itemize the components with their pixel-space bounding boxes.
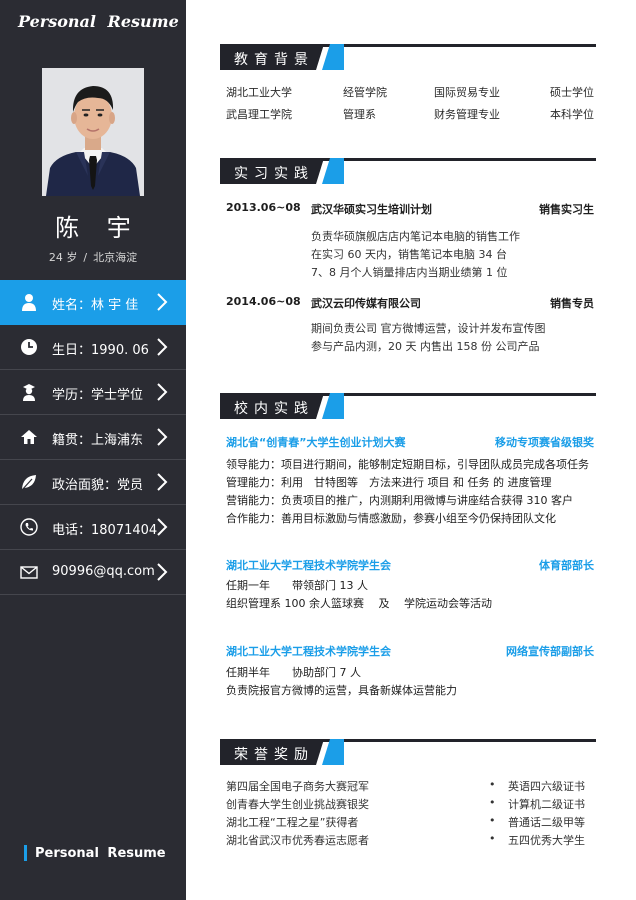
info-item-label: 姓名：林 宇 佳	[52, 298, 139, 313]
edu-degree: 硕士学位	[550, 86, 594, 99]
honor-award: 第四届全国电子商务大赛冠军	[226, 780, 369, 793]
edu-school: 湖北工业大学	[226, 86, 292, 99]
honor-certificate: 五四优秀大学生	[508, 834, 585, 847]
home-icon	[20, 428, 38, 446]
section-title: 校内实践	[234, 401, 314, 417]
campus-detail: 负责院报官方微博的运营，具备新媒体运营能力	[226, 684, 457, 697]
info-item-politics[interactable]: 政治面貌：党员	[0, 460, 186, 505]
edu-major: 国际贸易专业	[434, 86, 500, 99]
honor-award: 创青春大学生创业挑战赛银奖	[226, 798, 369, 811]
honor-award: 湖北工程“工程之星”获得者	[226, 816, 359, 829]
section-header-education: 教育背景	[220, 44, 596, 70]
internship-company: 武汉云印传媒有限公司	[311, 297, 421, 310]
info-item-hometown[interactable]: 籍贯：上海浦东	[0, 415, 186, 460]
internship-date: 2014.06~08	[226, 295, 301, 308]
edu-college: 管理系	[343, 108, 376, 121]
bullet-icon: •	[489, 778, 496, 791]
profile-age: 24 岁	[48, 251, 78, 264]
mail-icon	[20, 563, 38, 581]
campus-role: 移动专项赛省级银奖	[495, 436, 594, 449]
info-item-birthday[interactable]: 生日：1990. 06	[0, 325, 186, 370]
campus-detail: 任期一年 带领部门 13 人	[226, 579, 368, 592]
campus-detail: 组织管理系 100 余人篮球赛 及 学院运动会等活动	[226, 597, 492, 610]
personal-info-list: 姓名：林 宇 佳 生日：1990. 06 学历：学士学位 籍贯：上海浦东 政治面…	[0, 280, 186, 595]
profile-subinfo: 24 岁 / 北京海淀	[0, 249, 186, 265]
info-item-education[interactable]: 学历：学士学位	[0, 370, 186, 415]
internship-date: 2013.06~08	[226, 201, 301, 214]
edu-school: 武昌理工学院	[226, 108, 292, 121]
internship-company: 武汉华硕实习生培训计划	[311, 203, 432, 216]
internship-detail: 负责华硕旗舰店店内笔记本电脑的销售工作	[311, 230, 520, 243]
bullet-icon: •	[489, 832, 496, 845]
graduate-icon	[20, 383, 38, 401]
info-item-name[interactable]: 姓名：林 宇 佳	[0, 280, 186, 325]
chevron-right-icon	[156, 517, 168, 537]
section-title: 荣誉奖励	[234, 747, 314, 763]
campus-title: 湖北省“创青春”大学生创业计划大赛	[226, 436, 406, 449]
honor-certificate: 普通话二级甲等	[508, 816, 585, 829]
internship-detail: 期间负责公司 官方微博运营，设计并发布宣传图	[311, 322, 546, 335]
internship-detail: 参与产品内测，20 天 内售出 158 份 公司产品	[311, 340, 540, 353]
campus-detail: 领导能力：项目进行期间，能够制定短期目标，引导团队成员完成各项任务	[226, 458, 589, 471]
phone-icon	[20, 518, 38, 536]
campus-detail: 管理能力：利用 甘特图等 方法来进行 项目 和 任务 的 进度管理	[226, 476, 552, 489]
info-item-label: 学历：学士学位	[52, 388, 144, 403]
bullet-icon: •	[489, 796, 496, 809]
section-title: 教育背景	[234, 52, 314, 68]
sidebar: Personal Resume 陈 宇 24 岁 / 北京海淀 姓名：林 宇 佳…	[0, 0, 186, 900]
footer-accent-bar	[24, 845, 27, 861]
chevron-right-icon	[156, 337, 168, 357]
leaf-icon	[20, 473, 38, 491]
info-item-label: 电话：18071404	[52, 523, 158, 538]
info-item-label: 政治面貌：党员	[52, 478, 144, 493]
chevron-right-icon	[156, 292, 168, 312]
internship-detail: 在实习 60 天内，销售笔记本电脑 34 台	[311, 248, 507, 261]
honor-award: 湖北省武汉市优秀春运志愿者	[226, 834, 369, 847]
campus-detail: 任期半年 协助部门 7 人	[226, 666, 361, 679]
info-item-phone[interactable]: 电话：18071404	[0, 505, 186, 550]
section-header-internship: 实习实践	[220, 158, 596, 184]
internship-detail: 7、8 月个人销量排店内当期业绩第 1 位	[311, 266, 508, 279]
profile-photo	[42, 68, 144, 196]
info-item-label: 籍贯：上海浦东	[52, 433, 144, 448]
section-header-campus: 校内实践	[220, 393, 596, 419]
profile-name: 陈 宇	[55, 214, 141, 242]
clock-icon	[20, 338, 38, 356]
campus-title: 湖北工业大学工程技术学院学生会	[226, 645, 391, 658]
honor-certificate: 计算机二级证书	[508, 798, 585, 811]
campus-title: 湖北工业大学工程技术学院学生会	[226, 559, 391, 572]
campus-role: 体育部部长	[539, 559, 594, 572]
chevron-right-icon	[156, 382, 168, 402]
chevron-right-icon	[156, 427, 168, 447]
internship-role: 销售专员	[550, 297, 594, 310]
info-item-label: 90996@qq.com	[52, 564, 155, 579]
profile-location: 北京海淀	[93, 251, 138, 264]
edu-college: 经管学院	[343, 86, 387, 99]
chevron-right-icon	[156, 562, 168, 582]
info-item-email[interactable]: 90996@qq.com	[0, 550, 186, 595]
bullet-icon: •	[489, 814, 496, 827]
section-title: 实习实践	[234, 166, 314, 182]
chevron-right-icon	[156, 472, 168, 492]
person-icon	[20, 293, 38, 311]
info-item-label: 生日：1990. 06	[52, 343, 149, 358]
section-header-honors: 荣誉奖励	[220, 739, 596, 765]
edu-major: 财务管理专业	[434, 108, 500, 121]
profile-separator: /	[83, 251, 88, 264]
sidebar-title: Personal Resume	[18, 12, 179, 31]
honor-certificate: 英语四六级证书	[508, 780, 585, 793]
internship-role: 销售实习生	[539, 203, 594, 216]
campus-detail: 合作能力：善用目标激励与情感激励，参赛小组至今仍保持团队文化	[226, 512, 556, 525]
campus-detail: 营销能力：负责项目的推广，内测期利用微博与讲座结合获得 310 客户	[226, 494, 573, 507]
edu-degree: 本科学位	[550, 108, 594, 121]
campus-role: 网络宣传部副部长	[506, 645, 594, 658]
footer-title: Personal Resume	[35, 846, 166, 861]
